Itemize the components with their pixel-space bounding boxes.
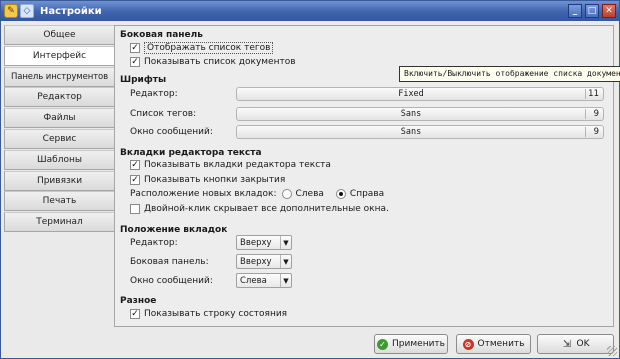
placement-left-label[interactable]: Слева	[296, 189, 324, 199]
editor-font-size: 11	[585, 89, 603, 99]
close-button[interactable]: ✕	[602, 4, 616, 18]
show-close-buttons-checkbox[interactable]: ✓	[130, 175, 140, 185]
statusbar-option[interactable]: ✓ Показывать строку состояния	[130, 307, 287, 321]
msg-font-label: Окно сообщений:	[130, 127, 213, 137]
tab-editor[interactable]: Редактор	[4, 87, 115, 108]
dblclick-hide-checkbox[interactable]	[130, 204, 140, 214]
tab-tools[interactable]: Сервис	[4, 128, 115, 149]
tab-files[interactable]: Файлы	[4, 108, 115, 129]
preferences-window: ✎ ◇ Настройки _ □ ✕ Общее Интерфейс Пане…	[0, 0, 620, 359]
editor-tab-pos-select[interactable]: Вверху ▼	[236, 235, 292, 250]
misc-section-title: Разное	[120, 296, 157, 306]
minimize-button[interactable]: _	[568, 4, 582, 18]
tags-font-label: Список тегов:	[130, 109, 197, 119]
editor-tab-pos-label: Редактор:	[130, 238, 178, 248]
apply-label: Применить	[392, 339, 445, 349]
msg-font-size: 9	[585, 127, 603, 137]
msg-tab-pos-select[interactable]: Слева ▼	[236, 273, 292, 288]
editor-tabs-section-title: Вкладки редактора текста	[120, 148, 262, 158]
sidebar-tab-pos-label: Боковая панель:	[130, 257, 209, 267]
show-close-buttons-option[interactable]: ✓ Показывать кнопки закрытия	[130, 173, 285, 187]
check-icon: ✓	[377, 338, 389, 350]
editor-tab-pos-value: Вверху	[240, 237, 272, 248]
msg-tab-pos-label: Окно сообщений:	[130, 276, 213, 286]
msg-tab-pos-value: Слева	[240, 275, 267, 286]
tags-font-button[interactable]: Sans 9	[236, 107, 604, 121]
show-docs-option[interactable]: ✓ Показывать список документов	[130, 55, 296, 69]
chevron-down-icon: ▼	[280, 236, 291, 249]
show-tags-option[interactable]: ✓ Отображать список тегов	[130, 41, 274, 55]
tab-interface[interactable]: Интерфейс	[4, 45, 115, 66]
msg-font-button[interactable]: Sans 9	[236, 125, 604, 139]
dblclick-hide-label: Двойной-клик скрывает все дополнительные…	[144, 204, 389, 214]
statusbar-label: Показывать строку состояния	[144, 309, 288, 319]
tab-position-section-title: Положение вкладок	[120, 225, 228, 235]
tab-printing[interactable]: Печать	[4, 191, 115, 212]
show-tags-label: Отображать список тегов	[144, 42, 274, 54]
tab-toolbar[interactable]: Панель инструментов	[4, 66, 115, 87]
fonts-section-title: Шрифты	[120, 75, 167, 85]
window-menu-icon[interactable]: ◇	[20, 4, 34, 18]
statusbar-checkbox[interactable]: ✓	[130, 309, 140, 319]
tab-keybindings[interactable]: Привязки	[4, 170, 115, 191]
placement-right-label[interactable]: Справа	[350, 189, 384, 199]
editor-font-name: Fixed	[398, 89, 424, 99]
show-docs-checkbox[interactable]: ✓	[130, 57, 140, 67]
tab-placement-label: Расположение новых вкладок:	[130, 189, 277, 199]
show-editor-tabs-label: Показывать вкладки редактора текста	[144, 160, 331, 170]
sidebar-tab-pos-select[interactable]: Вверху ▼	[236, 254, 292, 269]
tab-general[interactable]: Общее	[4, 25, 115, 45]
apply-button[interactable]: ✓ Применить	[374, 334, 448, 354]
ok-button[interactable]: ⇲ OK	[537, 334, 614, 354]
show-editor-tabs-checkbox[interactable]: ✓	[130, 160, 140, 170]
window-title: Настройки	[40, 5, 102, 17]
show-editor-tabs-option[interactable]: ✓ Показывать вкладки редактора текста	[130, 158, 331, 172]
tab-templates[interactable]: Шаблоны	[4, 149, 115, 170]
msg-font-name: Sans	[400, 127, 422, 137]
show-docs-label: Показывать список документов	[144, 57, 296, 67]
title-bar[interactable]: ✎ ◇ Настройки _ □ ✕	[1, 1, 619, 21]
ok-icon: ⇲	[562, 338, 572, 350]
tags-font-size: 9	[585, 109, 603, 119]
cancel-icon: ⊘	[462, 338, 474, 350]
show-tags-checkbox[interactable]: ✓	[130, 43, 140, 53]
ok-label: OK	[576, 339, 590, 349]
show-close-buttons-label: Показывать кнопки закрытия	[144, 175, 286, 185]
placement-right-radio[interactable]	[335, 189, 346, 199]
resize-grip[interactable]	[607, 346, 617, 356]
app-icon[interactable]: ✎	[4, 4, 18, 18]
tags-font-name: Sans	[400, 109, 422, 119]
editor-font-button[interactable]: Fixed 11	[236, 87, 604, 101]
cancel-button[interactable]: ⊘ Отменить	[456, 334, 531, 354]
editor-font-label: Редактор:	[130, 89, 178, 99]
sidebar-section-title: Боковая панель	[120, 30, 203, 40]
dblclick-hide-option[interactable]: Двойной-клик скрывает все дополнительные…	[130, 202, 389, 216]
tooltip: Включить/Выключить отображение списка до…	[399, 66, 620, 82]
tab-placement-row: Расположение новых вкладок: Слева Справа	[130, 187, 384, 201]
sidebar-tab-pos-value: Вверху	[240, 256, 272, 267]
chevron-down-icon: ▼	[280, 274, 291, 287]
tab-list: Общее Интерфейс Панель инструментов Реда…	[4, 25, 115, 233]
tab-terminal[interactable]: Терминал	[4, 212, 115, 233]
cancel-label: Отменить	[477, 339, 525, 349]
maximize-button[interactable]: □	[585, 4, 599, 18]
placement-left-radio[interactable]	[281, 189, 292, 199]
chevron-down-icon: ▼	[280, 255, 291, 268]
